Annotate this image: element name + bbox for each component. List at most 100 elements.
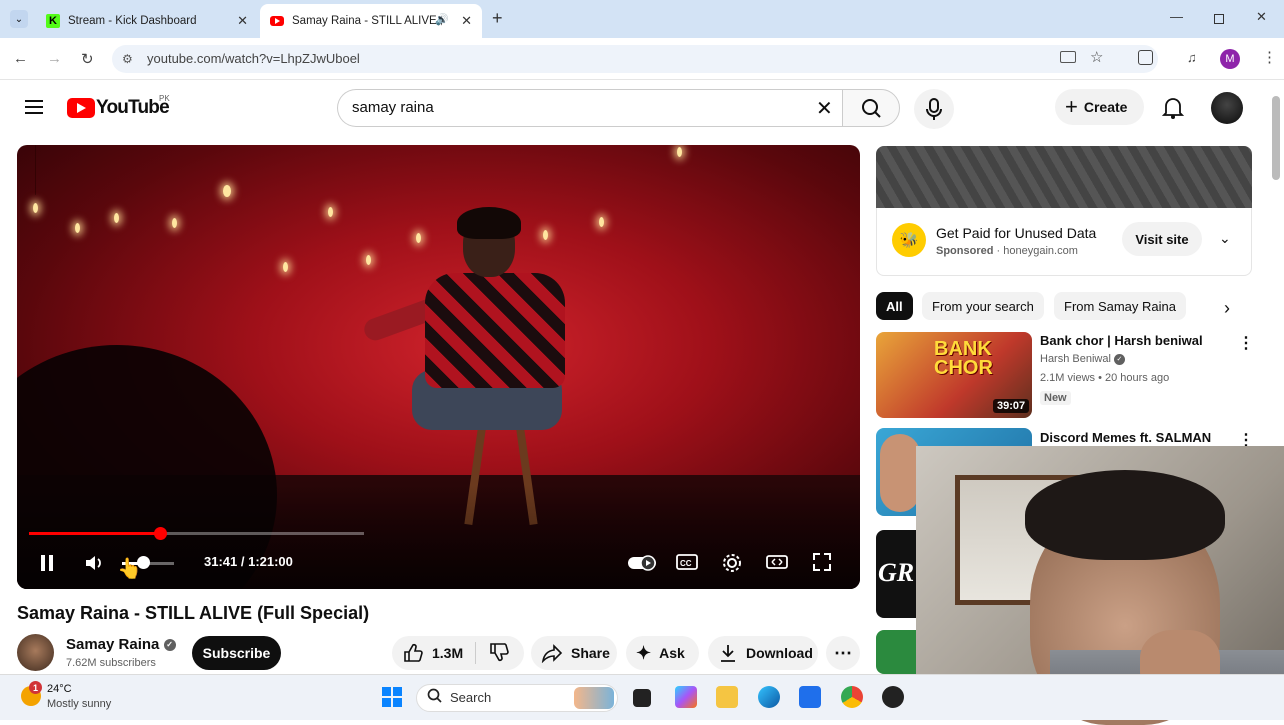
file-explorer-icon[interactable]	[716, 686, 738, 708]
video-title: Samay Raina - STILL ALIVE (Full Special)	[17, 603, 370, 623]
autoplay-toggle-icon	[628, 555, 656, 571]
autoplay-toggle[interactable]	[627, 553, 657, 578]
chevron-down-icon[interactable]: ⌄	[1219, 230, 1231, 247]
close-tab-icon[interactable]: ✕	[461, 13, 472, 29]
thumbnail-text: GR	[878, 558, 915, 587]
channel-name-text[interactable]: Samay Raina	[66, 636, 159, 653]
chrome-icon[interactable]	[841, 686, 863, 708]
back-arrow-icon[interactable]: ←	[13, 50, 28, 67]
ad-sponsored-line: Sponsored · honeygain.com	[936, 245, 1078, 257]
share-button[interactable]: Share	[531, 636, 617, 670]
ask-button[interactable]: ✦ Ask	[626, 636, 699, 670]
dislike-button[interactable]	[488, 641, 510, 666]
microphone-icon	[926, 98, 942, 120]
obs-studio-icon[interactable]	[882, 686, 904, 708]
like-dislike-group: 1.3M	[392, 636, 524, 670]
recommendation-channel[interactable]: Harsh Beniwal ✓	[1040, 353, 1125, 365]
edge-browser-icon[interactable]	[758, 686, 780, 708]
voice-search-button[interactable]	[914, 89, 954, 129]
reload-icon[interactable]: ↻	[81, 50, 94, 68]
notifications-bell-icon[interactable]	[1161, 96, 1185, 125]
close-tab-icon[interactable]: ✕	[237, 13, 248, 29]
channel-name[interactable]: Samay Raina ✓	[66, 636, 176, 653]
hamburger-menu-icon[interactable]	[25, 100, 43, 114]
search-button[interactable]	[842, 89, 900, 127]
page-scrollbar-thumb[interactable]	[1272, 96, 1280, 180]
stage-bulb	[599, 217, 604, 227]
tab-youtube-video[interactable]: Samay Raina - STILL ALIVE ( 🔊 ✕	[260, 4, 482, 38]
visit-site-button[interactable]: Visit site	[1122, 222, 1202, 256]
install-app-icon[interactable]	[1060, 51, 1076, 63]
extensions-icon[interactable]	[1138, 50, 1153, 65]
theater-mode-button[interactable]	[766, 553, 788, 576]
bookmark-star-icon[interactable]: ☆	[1090, 48, 1103, 66]
channel-avatar[interactable]	[17, 634, 54, 671]
ask-label: Ask	[659, 645, 685, 661]
search-query-text[interactable]: samay raina	[352, 99, 434, 116]
bullet: ·	[996, 245, 1001, 257]
download-button[interactable]: Download	[708, 636, 818, 670]
fullscreen-icon	[813, 553, 831, 571]
settings-button[interactable]	[721, 552, 743, 579]
honeygain-logo-icon: 🐝	[892, 223, 926, 257]
windows-start-icon[interactable]	[382, 687, 402, 707]
task-view-icon[interactable]	[633, 689, 651, 707]
volume-icon	[86, 556, 101, 570]
chip-from-samay-raina[interactable]: From Samay Raina	[1054, 292, 1186, 320]
chevron-right-icon[interactable]: ›	[1224, 298, 1230, 319]
fullscreen-button[interactable]	[812, 552, 832, 577]
speaker-icon[interactable]: 🔊	[435, 13, 449, 26]
browser-menu-icon[interactable]: ⋮	[1262, 48, 1277, 66]
recommendation-menu-icon[interactable]: ⋮	[1238, 333, 1254, 353]
profile-avatar[interactable]: M	[1220, 49, 1240, 69]
site-info-icon[interactable]: ⚙	[122, 52, 133, 66]
sparkle-icon: ✦	[636, 642, 652, 663]
minimize-icon[interactable]: —	[1170, 9, 1183, 24]
microsoft-store-icon[interactable]	[799, 686, 821, 708]
recommendation-channel-name[interactable]: Harsh Beniwal	[1040, 353, 1111, 365]
thumbs-down-icon	[490, 642, 509, 661]
subscribe-button[interactable]: Subscribe	[192, 636, 281, 670]
more-horizontal-icon: ⋯	[834, 642, 852, 663]
chip-from-your-search[interactable]: From your search	[922, 292, 1044, 320]
media-control-icon[interactable]: ♫	[1187, 50, 1197, 65]
tab-title: Samay Raina - STILL ALIVE (	[292, 15, 442, 27]
like-button[interactable]: 1.3M	[402, 642, 463, 664]
window-close-icon[interactable]: ✕	[1256, 9, 1267, 25]
more-actions-button[interactable]: ⋯	[826, 636, 860, 670]
subtitles-button[interactable]: CC	[676, 553, 698, 576]
youtube-logo-text[interactable]: YouTube	[96, 97, 170, 119]
recommendation-title[interactable]: Bank chor | Harsh beniwal	[1040, 333, 1203, 348]
scrubber-handle[interactable]	[153, 527, 167, 540]
search-icon	[862, 99, 881, 118]
recommendation-title[interactable]: Discord Memes ft. SALMAN	[1040, 430, 1211, 445]
volume-button[interactable]	[84, 553, 104, 578]
maximize-icon[interactable]	[1214, 14, 1224, 24]
weather-condition[interactable]: Mostly sunny	[47, 698, 111, 710]
share-label: Share	[571, 645, 610, 661]
stage-bulb	[416, 233, 421, 243]
copilot-icon[interactable]	[675, 686, 697, 708]
create-button[interactable]: + Create	[1055, 89, 1144, 125]
stage-bulb	[677, 147, 682, 157]
recommendation-stats: 2.1M views • 20 hours ago	[1040, 372, 1170, 384]
pause-button[interactable]	[39, 554, 55, 577]
taskbar-search-label[interactable]: Search	[450, 690, 491, 705]
verified-check-icon: ✓	[163, 639, 176, 652]
url-text[interactable]: youtube.com/watch?v=LhpZJwUboel	[147, 51, 360, 66]
search-highlight-image	[574, 687, 614, 709]
ad-banner-image[interactable]	[876, 146, 1252, 208]
chip-all[interactable]: All	[876, 292, 913, 320]
new-tab-plus-icon[interactable]: +	[492, 8, 503, 29]
new-badge: New	[1040, 391, 1071, 405]
tab-kick-dashboard[interactable]: K Stream - Kick Dashboard ✕	[36, 4, 258, 38]
clear-search-icon[interactable]: ✕	[816, 96, 833, 121]
tab-search-chevron-icon[interactable]: ⌄	[10, 10, 28, 28]
stage-bulb	[543, 230, 548, 240]
forward-arrow-icon[interactable]: →	[47, 50, 62, 67]
account-avatar[interactable]	[1211, 92, 1243, 124]
weather-temperature[interactable]: 24°C	[47, 683, 72, 695]
share-icon	[541, 644, 563, 663]
video-player[interactable]: 31:41 / 1:21:00 CC	[17, 145, 860, 589]
ad-title[interactable]: Get Paid for Unused Data	[936, 225, 1096, 241]
